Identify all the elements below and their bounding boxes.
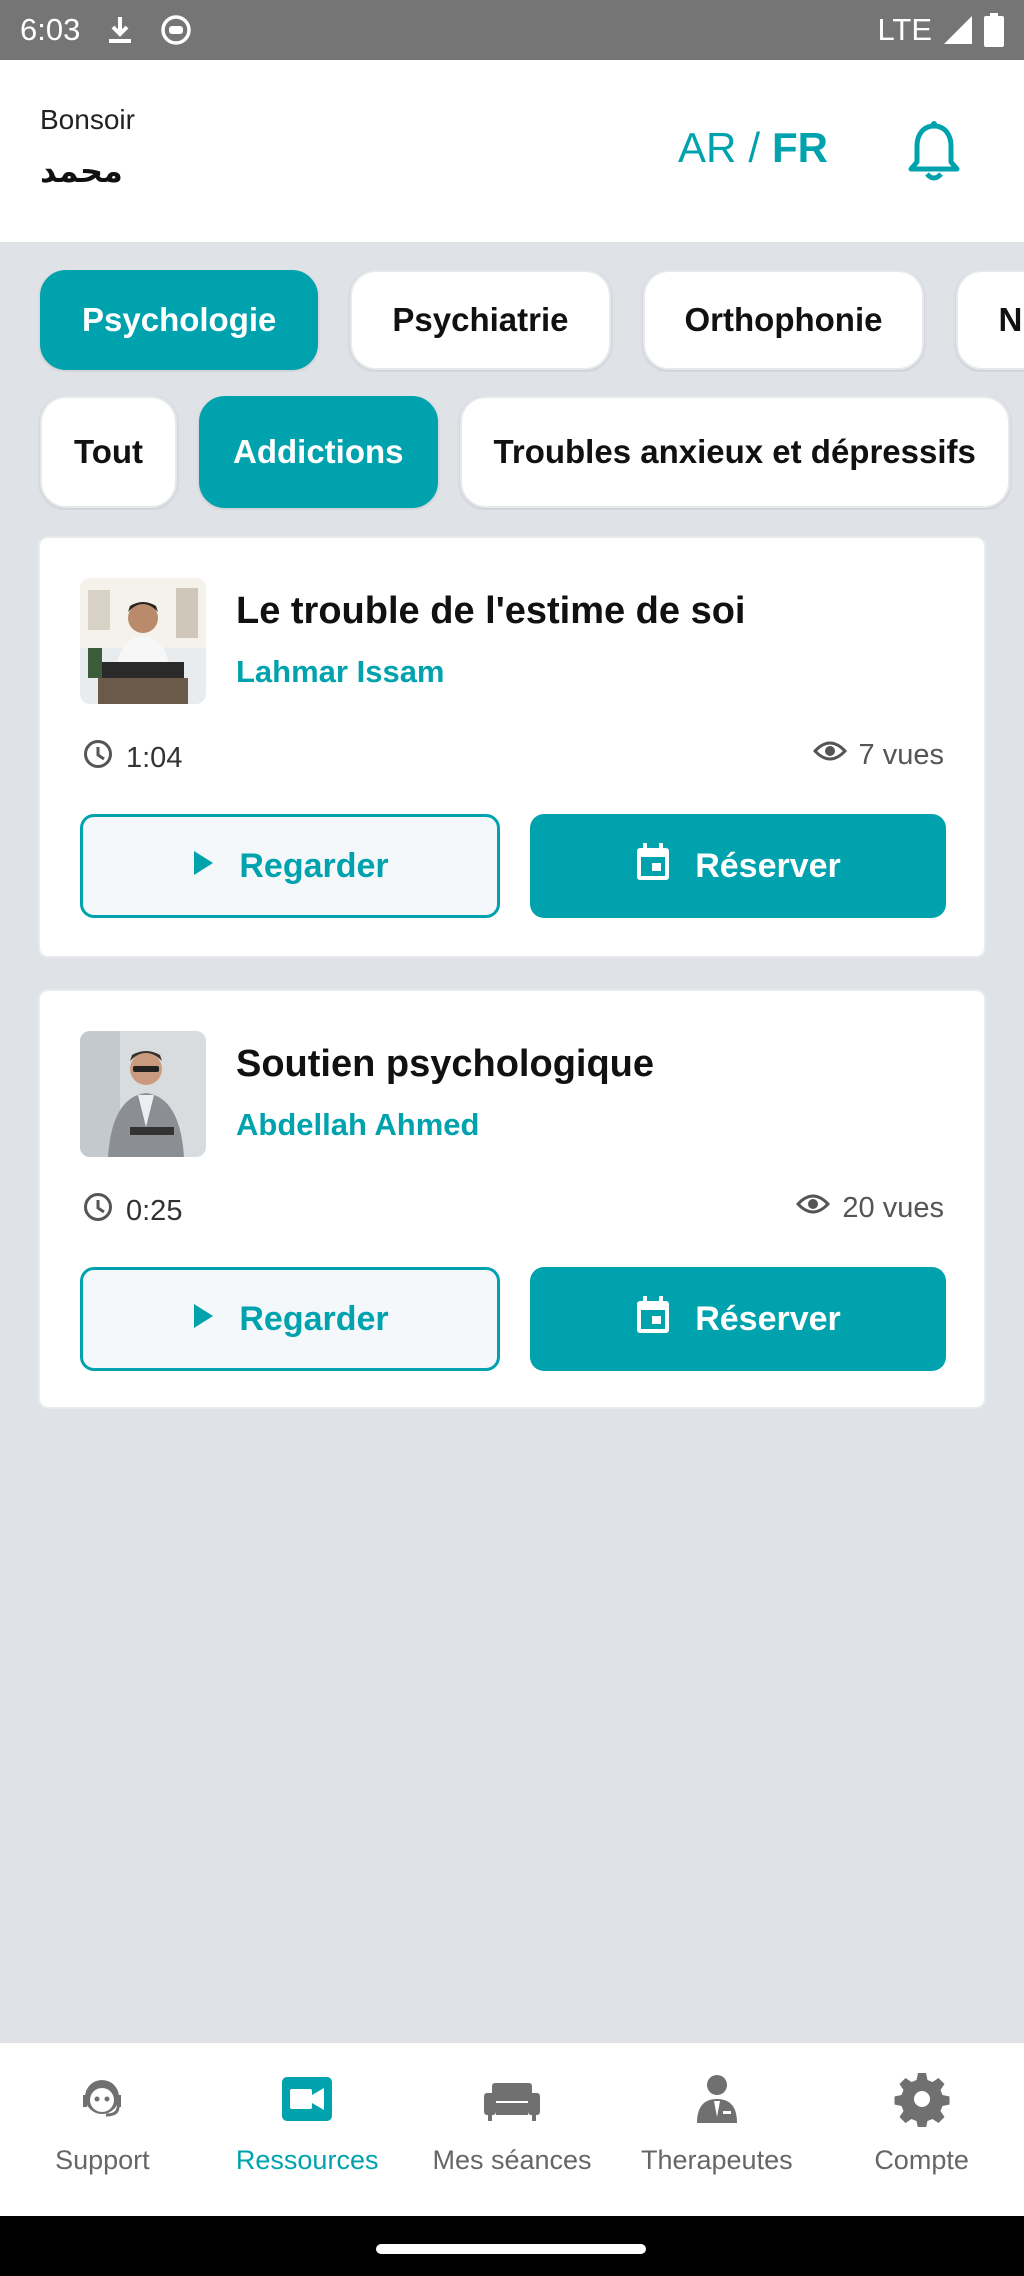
duration-text: 1:04 — [126, 741, 183, 774]
therapist-thumbnail — [80, 1031, 206, 1157]
home-gesture-handle[interactable] — [376, 2244, 646, 2254]
video-title: Soutien psychologique — [236, 1043, 655, 1085]
watch-button[interactable]: Regarder — [80, 814, 500, 918]
book-label: Réserver — [695, 1299, 841, 1338]
nav-label-mes-seances: Mes séances — [432, 2145, 592, 2175]
app-notification-icon — [160, 14, 192, 46]
nav-label-ressources: Ressources — [235, 2145, 379, 2175]
watch-label: Regarder — [239, 846, 389, 885]
status-bar: 6:03 LTE — [0, 0, 1024, 60]
video-duration: 1:04 — [82, 738, 182, 778]
subcategory-chip-addictions[interactable]: Addictions — [199, 396, 438, 508]
nav-label-support: Support — [55, 2145, 150, 2175]
nav-item-ressources[interactable]: Ressources — [205, 2043, 410, 2216]
therapist-icon — [689, 2071, 745, 2127]
app-header: Bonsoir محمد AR / FR — [0, 60, 1024, 242]
nav-item-mes-seances[interactable]: Mes séances — [410, 2043, 615, 2216]
signal-icon — [942, 14, 974, 46]
duration-text: 0:25 — [126, 1194, 183, 1227]
bell-icon[interactable] — [904, 120, 964, 184]
video-duration: 0:25 — [82, 1191, 182, 1231]
book-button[interactable]: Réserver — [530, 814, 946, 918]
subcategory-chip-tout[interactable]: Tout — [40, 396, 178, 508]
views-text: 7 vues — [858, 738, 944, 771]
watch-button[interactable]: Regarder — [80, 1267, 500, 1371]
video-card[interactable]: Soutien psychologique Abdellah Ahmed 0:2… — [38, 989, 986, 1409]
nav-label-compte: Compte — [874, 2145, 969, 2175]
eye-icon — [812, 738, 847, 772]
eye-icon — [796, 1191, 831, 1225]
language-switcher: AR / FR — [678, 124, 828, 172]
video-views: 20 vues — [796, 1191, 944, 1225]
category-chip-nu[interactable]: Nu — [956, 270, 1024, 370]
nav-item-support[interactable]: Support — [0, 2043, 205, 2216]
video-camera-icon — [279, 2071, 335, 2127]
therapist-thumbnail — [80, 578, 206, 704]
nav-item-therapeutes[interactable]: Therapeutes — [614, 2043, 819, 2216]
nav-label-therapeutes: Therapeutes — [640, 2145, 793, 2175]
video-title: Le trouble de l'estime de soi — [236, 590, 746, 632]
lang-fr-button[interactable]: FR — [772, 124, 828, 172]
watch-label: Regarder — [239, 1299, 389, 1338]
play-icon — [191, 847, 215, 886]
gear-icon — [894, 2071, 950, 2127]
category-chip-orthophonie[interactable]: Orthophonie — [642, 270, 925, 370]
therapist-name[interactable]: Abdellah Ahmed — [236, 1107, 479, 1143]
network-type: LTE — [877, 12, 932, 47]
calendar-icon — [635, 1295, 671, 1343]
download-icon — [106, 15, 134, 45]
nav-item-compte[interactable]: Compte — [819, 2043, 1024, 2216]
lang-ar-button[interactable]: AR — [678, 124, 736, 172]
system-gesture-bar — [0, 2216, 1024, 2276]
category-tabs: Psychologie Psychiatrie Orthophonie Nu — [0, 270, 1024, 372]
play-icon — [191, 1300, 215, 1339]
subcategory-chip-troubles-anxieux[interactable]: Troubles anxieux et dépressifs — [459, 396, 1010, 508]
lang-separator: / — [748, 124, 761, 171]
battery-icon — [984, 13, 1004, 47]
clock-icon — [82, 1191, 114, 1231]
category-chip-psychiatrie[interactable]: Psychiatrie — [350, 270, 611, 370]
views-text: 20 vues — [842, 1191, 944, 1224]
book-button[interactable]: Réserver — [530, 1267, 946, 1371]
sofa-icon — [482, 2071, 542, 2127]
subcategory-tabs: Tout Addictions Troubles anxieux et dépr… — [0, 396, 1024, 510]
video-views: 7 vues — [812, 738, 944, 772]
calendar-icon — [635, 842, 671, 890]
clock-icon — [82, 738, 114, 778]
support-agent-icon — [74, 2071, 130, 2127]
book-label: Réserver — [695, 846, 841, 885]
status-time: 6:03 — [20, 12, 81, 47]
bottom-navigation: Support Ressources Mes séances Therapeut… — [0, 2042, 1024, 2216]
user-name: محمد — [40, 152, 123, 190]
therapist-name[interactable]: Lahmar Issam — [236, 654, 445, 690]
category-chip-psychologie[interactable]: Psychologie — [40, 270, 319, 370]
greeting-text: Bonsoir — [40, 104, 135, 135]
video-card[interactable]: Le trouble de l'estime de soi Lahmar Iss… — [38, 536, 986, 958]
